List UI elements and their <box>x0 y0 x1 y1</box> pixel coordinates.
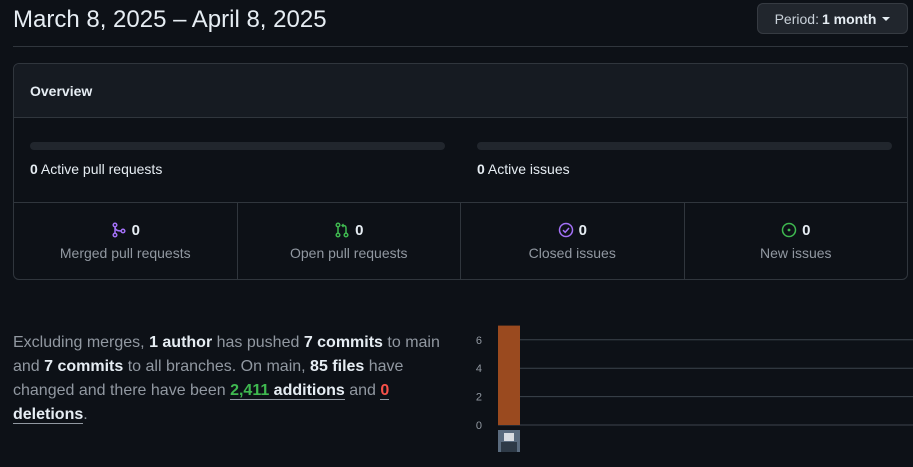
summary-text: and <box>344 382 381 399</box>
overview-panel: Overview 0 Active pull requests 0 Active… <box>13 63 908 280</box>
new-issues-count: 0 <box>802 221 811 239</box>
active-pull-requests-bar <box>30 142 445 150</box>
overview-activity-bars: 0 Active pull requests 0 Active issues <box>14 118 907 203</box>
new-issue-icon <box>781 222 797 238</box>
active-pull-requests-link[interactable]: 0 Active pull requests <box>30 161 162 177</box>
closed-issue-icon <box>558 222 573 238</box>
stat-open-pull-requests[interactable]: 0 Open pull requests <box>238 203 461 279</box>
open-pull-requests-count: 0 <box>355 221 364 239</box>
active-issues-bar <box>477 142 892 150</box>
commits-all-count: 7 commits <box>44 358 124 375</box>
additions-word: additions <box>269 382 345 399</box>
caret-down-icon <box>882 16 891 21</box>
merged-pull-requests-count: 0 <box>131 221 140 239</box>
deletions-word: deletions <box>13 406 84 423</box>
open-pull-requests-label: Open pull requests <box>289 244 408 261</box>
merged-pr-icon <box>112 222 126 238</box>
y-tick-label: 4 <box>476 363 482 375</box>
commits-main-count: 7 commits <box>303 334 383 351</box>
summary-text: has pushed <box>212 334 304 351</box>
merged-pull-requests-label: Merged pull requests <box>59 244 191 261</box>
files-changed-count: 85 files <box>310 358 365 375</box>
commits-by-author-chart: 0 2 4 6 <box>476 325 913 452</box>
open-pr-icon <box>335 222 349 238</box>
stat-new-issues[interactable]: 0 New issues <box>685 203 908 279</box>
overview-title: Overview <box>30 82 93 99</box>
additions-count: 2,411 <box>230 382 270 399</box>
deletions-count: 0 <box>380 382 390 399</box>
summary-text: . <box>83 406 88 423</box>
active-issues-label: Active issues <box>487 161 570 177</box>
period-dropdown-button[interactable]: Period: 1 month <box>757 3 908 34</box>
active-pull-requests-label: Active pull requests <box>40 161 163 177</box>
header-divider <box>13 46 908 47</box>
stat-closed-issues[interactable]: 0 Closed issues <box>461 203 685 279</box>
y-tick-label: 2 <box>476 392 482 404</box>
author-avatar[interactable] <box>498 430 520 452</box>
summary-text: to all branches. On main, <box>123 358 311 375</box>
commit-bar[interactable] <box>498 325 520 425</box>
summary-text: Excluding merges, <box>13 334 150 351</box>
closed-issues-count: 0 <box>578 221 587 239</box>
overview-header: Overview <box>14 64 907 118</box>
authors-count: 1 author <box>149 334 213 351</box>
stat-merged-pull-requests[interactable]: 0 Merged pull requests <box>14 203 238 279</box>
active-issues-count: 0 <box>477 161 485 177</box>
active-pull-requests-count: 0 <box>30 161 38 177</box>
period-label: Period: <box>774 10 819 27</box>
period-value: 1 month <box>821 10 877 27</box>
y-tick-label: 6 <box>476 335 482 347</box>
page-title: March 8, 2025 – April 8, 2025 <box>13 6 327 33</box>
new-issues-label: New issues <box>759 244 832 261</box>
additions-link[interactable]: 2,411 additions <box>230 382 345 400</box>
active-issues-link[interactable]: 0 Active issues <box>477 161 570 177</box>
overview-stats: 0 Merged pull requests 0 Open pull reque… <box>14 203 907 279</box>
commit-summary: Excluding merges, 1 author has pushed 7 … <box>13 331 443 427</box>
closed-issues-label: Closed issues <box>528 244 616 261</box>
y-tick-label: 0 <box>476 420 482 432</box>
